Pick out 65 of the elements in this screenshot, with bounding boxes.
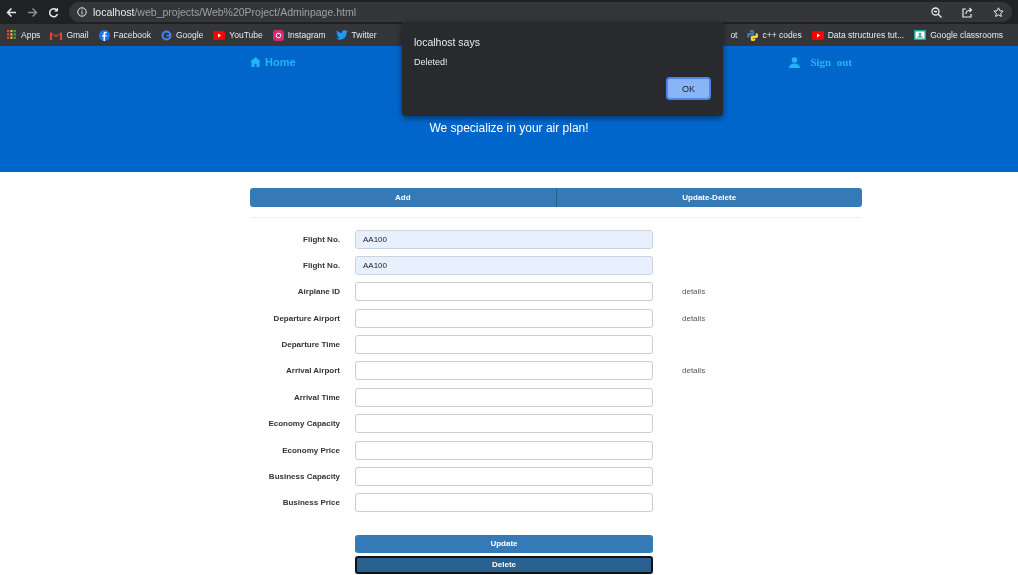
dialog-message: Deleted! — [414, 57, 449, 67]
field-label: Departure Time — [280, 340, 340, 350]
input-field[interactable] — [355, 467, 653, 486]
input-field[interactable] — [355, 361, 653, 381]
field-label: Business Price — [281, 498, 340, 508]
zoom-icon[interactable] — [931, 6, 942, 18]
bookmark[interactable]: Apps — [2, 25, 46, 45]
input-field[interactable] — [355, 335, 653, 355]
bookmark[interactable]: Twitter — [330, 25, 382, 45]
bookmark[interactable]: Google — [155, 25, 209, 45]
field-label: Economy Capacity — [267, 419, 340, 429]
ok-button[interactable]: OK — [666, 77, 711, 100]
update-button[interactable]: Update — [355, 534, 653, 553]
dialog-title: localhost says — [414, 36, 481, 48]
tagline: We specialize in your air plan! — [428, 121, 590, 135]
field-label: Business Capacity — [267, 472, 340, 481]
apps-grid-icon — [7, 30, 17, 40]
details-link[interactable]: details — [682, 366, 706, 376]
mail-icon — [50, 30, 63, 40]
input-field[interactable] — [355, 493, 653, 513]
tab[interactable]: Update-Delete — [555, 188, 862, 207]
share-icon[interactable] — [962, 6, 973, 18]
bookmark[interactable]: Google classrooms — [909, 25, 1008, 45]
field-label: Economy Price — [281, 445, 340, 455]
input-field[interactable]: AA100 — [355, 229, 653, 249]
address-bar[interactable]: localhost/web_projects/Web%20Project/Adminpage.html — [69, 2, 1012, 22]
bird-icon — [335, 30, 348, 40]
snake-icon — [747, 29, 759, 41]
bookmark[interactable]: Instagram — [267, 25, 331, 45]
field-label: Arrival Time — [292, 392, 340, 402]
play-icon — [811, 30, 824, 40]
field-label: Airplane ID — [296, 287, 340, 297]
bookmark[interactable]: Gmail — [45, 25, 94, 45]
tab[interactable]: Add — [250, 188, 556, 207]
bookmark[interactable]: Data structures tut... — [806, 25, 910, 45]
input-field[interactable] — [355, 414, 653, 434]
field-label: Departure Airport — [272, 313, 340, 323]
input-field[interactable] — [355, 282, 653, 302]
bookmark[interactable]: ot — [730, 25, 743, 45]
classroom-icon — [914, 30, 927, 40]
reload-icon[interactable] — [48, 6, 59, 18]
home-icon — [250, 57, 261, 67]
field-label: Flight No. — [302, 234, 340, 244]
input-field[interactable] — [355, 308, 653, 328]
input-field[interactable]: AA100 — [355, 255, 653, 275]
google-icon — [160, 29, 172, 41]
details-link[interactable]: details — [682, 287, 706, 297]
info-icon — [77, 7, 87, 17]
field-label: Arrival Airport — [285, 366, 340, 376]
star-icon[interactable] — [993, 6, 1004, 18]
field-label: Flight No. — [302, 260, 340, 270]
user-icon — [789, 56, 801, 68]
play-icon — [213, 30, 226, 40]
url-text: localhost/web_projects/Web%20Project/Adminpage.html — [93, 6, 357, 18]
delete-button[interactable]: Delete — [355, 555, 653, 574]
details-link[interactable]: details — [682, 313, 706, 323]
bookmark[interactable]: c++ codes — [742, 25, 807, 45]
facebook-icon — [98, 29, 110, 41]
back-arrow-icon[interactable] — [6, 6, 17, 18]
bookmark[interactable]: YouTube — [208, 25, 268, 45]
bookmark[interactable]: Facebook — [93, 25, 156, 45]
input-field[interactable] — [355, 440, 653, 460]
forward-arrow-icon[interactable] — [27, 6, 38, 18]
camera-icon — [272, 29, 284, 41]
input-field[interactable] — [355, 387, 653, 407]
